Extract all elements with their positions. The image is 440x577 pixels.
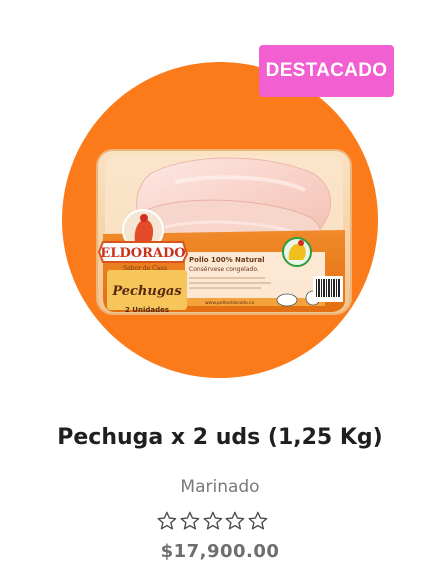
product-image[interactable]: ELDORADO Sabor de Casa Pechugas 2 Unidad… (55, 62, 385, 380)
rating-stars (156, 510, 270, 532)
hen-seal-icon (282, 237, 312, 267)
chicken-tray: ELDORADO Sabor de Casa Pechugas 2 Unidad… (96, 149, 352, 315)
star-outline-icon (248, 511, 268, 530)
package-website: www.polloeldorado.co (205, 300, 255, 306)
featured-badge: DESTACADO (259, 45, 394, 97)
package-storage: Consérvese congelado. (189, 266, 259, 273)
star-outline-icon (203, 511, 222, 530)
product-title[interactable]: Pechuga x 2 uds (1,25 Kg) (0, 425, 440, 450)
product-category[interactable]: Marinado (0, 477, 440, 497)
product-card[interactable]: ELDORADO Sabor de Casa Pechugas 2 Unidad… (0, 0, 440, 577)
brand-slogan: Sabor de Casa (123, 265, 167, 272)
package-product-name: Pechugas (111, 284, 182, 299)
star-outline-icon (180, 511, 200, 530)
star-outline-icon (157, 511, 177, 530)
package-claim: Pollo 100% Natural (189, 256, 265, 264)
star-outline-icon (225, 511, 245, 530)
package-units: 2 Unidades (125, 306, 169, 314)
product-price: $17,900.00 (160, 541, 280, 562)
barcode (313, 276, 343, 302)
brand-name: ELDORADO (100, 246, 185, 261)
